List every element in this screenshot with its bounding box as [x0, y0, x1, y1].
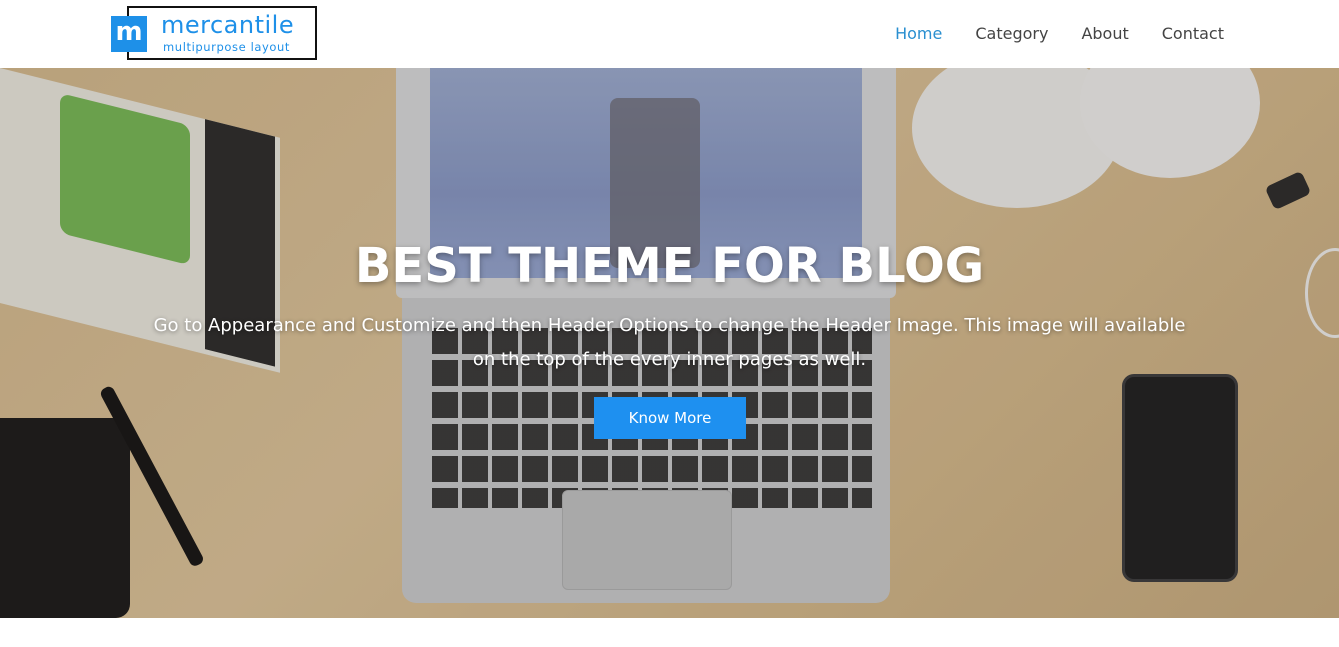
page-content-start [0, 618, 1339, 647]
know-more-button[interactable]: Know More [594, 397, 746, 439]
nav-item-home[interactable]: Home [895, 24, 942, 43]
nav-item-category[interactable]: Category [975, 24, 1048, 43]
site-logo[interactable]: m mercantile multipurpose layout [111, 6, 317, 60]
logo-mark-icon: m [111, 16, 147, 52]
site-header: m mercantile multipurpose layout Home Ca… [0, 0, 1339, 68]
site-tagline: multipurpose layout [163, 40, 291, 54]
hero-description: Go to Appearance and Customize and then … [153, 315, 1186, 370]
nav-item-contact[interactable]: Contact [1162, 24, 1224, 43]
nav-item-about[interactable]: About [1081, 24, 1128, 43]
site-name: mercantile [161, 11, 295, 39]
hero-banner: BEST THEME FOR BLOG Go to Appearance and… [0, 68, 1339, 618]
main-navigation: Home Category About Contact [895, 24, 1224, 43]
hero-title: BEST THEME FOR BLOG [354, 238, 985, 294]
